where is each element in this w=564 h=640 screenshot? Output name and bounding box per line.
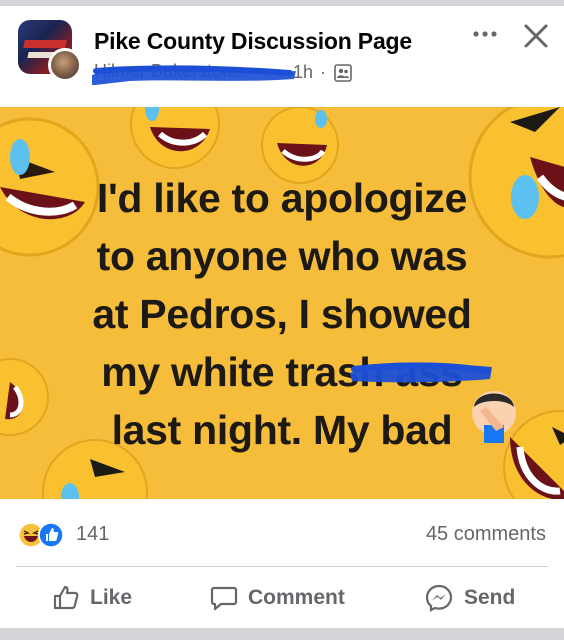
comments-count-link[interactable]: 45 comments bbox=[426, 523, 546, 546]
caption-line: last night. My bad bbox=[111, 407, 453, 453]
author-avatar[interactable] bbox=[48, 48, 82, 82]
send-button[interactable]: Send bbox=[424, 578, 515, 618]
comment-button[interactable]: Comment bbox=[210, 578, 345, 618]
image-caption-text: I'd like to apologize to anyone who was … bbox=[0, 169, 564, 459]
bottom-frame-bar bbox=[0, 628, 564, 640]
close-icon[interactable] bbox=[520, 20, 552, 52]
messenger-icon bbox=[425, 584, 453, 612]
reaction-count: 141 bbox=[76, 523, 110, 545]
more-options-icon[interactable] bbox=[470, 22, 500, 46]
caption-line: I'd like to apologize bbox=[96, 175, 468, 221]
caption-line: to anyone who was bbox=[96, 233, 468, 279]
redaction-scribble bbox=[92, 65, 296, 85]
thumbs-up-icon bbox=[53, 585, 79, 610]
divider bbox=[16, 566, 548, 567]
comment-bubble-icon bbox=[210, 586, 238, 611]
meta-separator: · bbox=[320, 62, 326, 82]
laughing-emoji-icon bbox=[130, 107, 220, 169]
post-timestamp[interactable]: 1h bbox=[293, 62, 313, 83]
like-button[interactable]: Like bbox=[52, 578, 132, 618]
comment-label: Comment bbox=[248, 586, 345, 609]
post-avatar-group[interactable] bbox=[18, 20, 82, 82]
like-label: Like bbox=[90, 586, 133, 609]
redaction-scribble bbox=[350, 362, 492, 383]
reaction-summary[interactable]: 141 bbox=[18, 520, 178, 550]
post-actions: Like Comment Send bbox=[0, 568, 564, 628]
top-frame-bar bbox=[0, 0, 564, 6]
post-image[interactable]: I'd like to apologize to anyone who was … bbox=[0, 107, 564, 499]
page-name-link[interactable]: Pike County Discussion Page bbox=[94, 28, 412, 55]
like-icon bbox=[38, 522, 64, 548]
send-label: Send bbox=[464, 586, 516, 609]
group-members-icon bbox=[334, 64, 352, 82]
post-meta: Hilmer Bakerstone 1h · bbox=[92, 61, 394, 85]
caption-line: at Pedros, I showed bbox=[92, 291, 472, 337]
